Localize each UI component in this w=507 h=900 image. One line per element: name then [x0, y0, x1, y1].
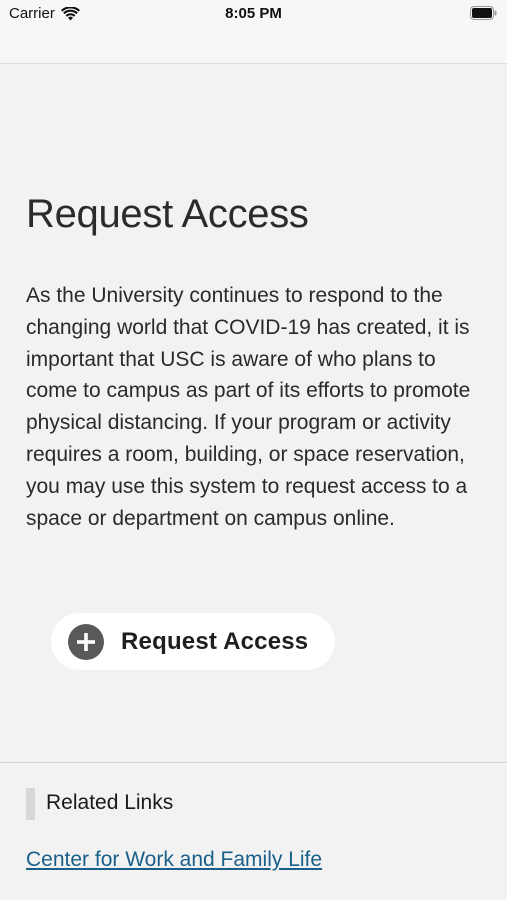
- request-access-button[interactable]: Request Access: [51, 613, 335, 670]
- status-time: 8:05 PM: [225, 5, 282, 22]
- battery-icon: [470, 6, 497, 20]
- plus-circle-icon: [68, 623, 104, 660]
- body-text: As the University continues to respond t…: [26, 284, 471, 530]
- heading-accent-bar: [26, 788, 35, 820]
- request-access-label: Request Access: [121, 627, 309, 655]
- related-links-section: Related Links Center for Work and Family…: [0, 763, 507, 900]
- main-content: Request Access As the University continu…: [0, 64, 507, 762]
- link-center-for-work-and-family-life[interactable]: Center for Work and Family Life: [26, 848, 322, 872]
- status-bar: Carrier 8:05 PM: [0, 0, 507, 64]
- related-links-heading: Related Links: [46, 791, 174, 814]
- page-title: Request Access: [26, 192, 309, 236]
